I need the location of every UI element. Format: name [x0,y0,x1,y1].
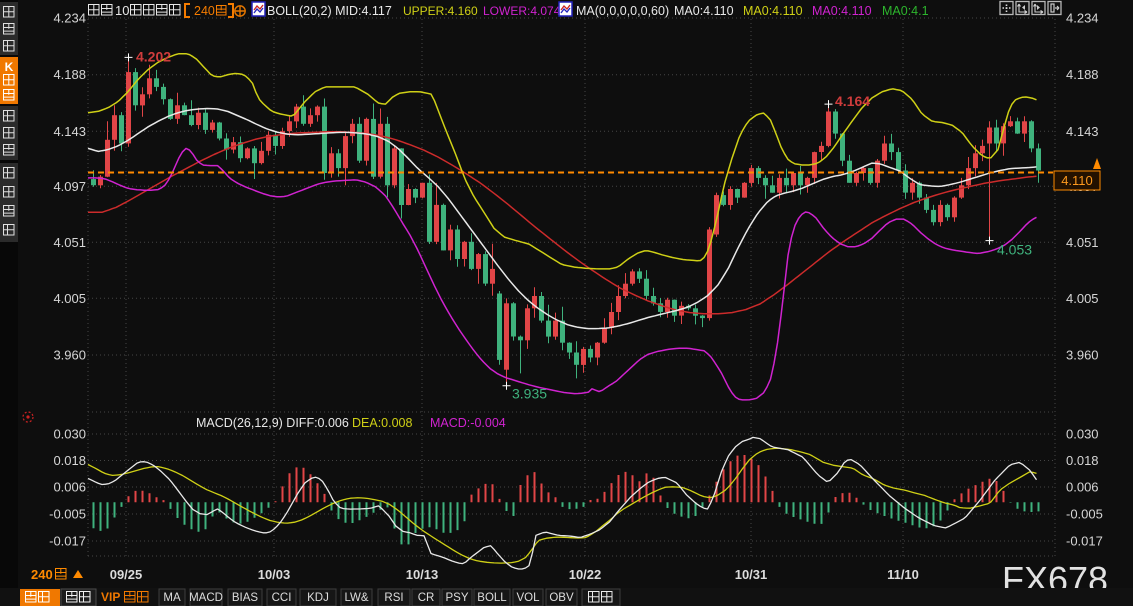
svg-text:BOLL(20,2) MID:4.117: BOLL(20,2) MID:4.117 [267,4,392,18]
svg-text:MA: MA [163,592,181,604]
svg-text:0.006: 0.006 [1066,480,1099,495]
svg-text:-0.005: -0.005 [49,507,86,522]
svg-text:09/25: 09/25 [110,567,143,582]
svg-text:BIAS: BIAS [232,592,259,604]
svg-text:10: 10 [115,3,129,18]
svg-text:4.143: 4.143 [1066,124,1099,139]
svg-text:4.188: 4.188 [1066,67,1099,82]
svg-text:4.053: 4.053 [997,242,1032,258]
svg-text:PSY: PSY [445,592,468,604]
svg-text:4.051: 4.051 [1066,235,1099,250]
svg-text:10/13: 10/13 [406,567,439,582]
svg-text:KDJ: KDJ [307,592,329,604]
svg-text:CCI: CCI [272,592,292,604]
svg-text:CR: CR [418,592,435,604]
svg-text:MACD: MACD [189,592,223,604]
svg-text:3.960: 3.960 [53,348,86,363]
svg-text:10/31: 10/31 [735,567,768,582]
svg-text:LOWER:4.074: LOWER:4.074 [483,4,561,18]
svg-text:0.030: 0.030 [1066,427,1099,442]
svg-text:0.030: 0.030 [53,427,86,442]
svg-text:10/03: 10/03 [258,567,291,582]
svg-text:K: K [5,60,14,74]
svg-text:3.960: 3.960 [1066,348,1099,363]
svg-text:4.097: 4.097 [53,179,86,194]
svg-text:4.188: 4.188 [53,67,86,82]
svg-text:BOLL: BOLL [477,592,507,604]
svg-text:MA0:4.110: MA0:4.110 [812,4,872,18]
svg-text:3.935: 3.935 [512,386,547,402]
svg-text:-0.017: -0.017 [1066,534,1103,549]
svg-text:10/22: 10/22 [569,567,602,582]
svg-text:0.006: 0.006 [53,480,86,495]
svg-text:-0.005: -0.005 [1066,507,1103,522]
svg-text:240: 240 [194,4,215,18]
svg-text:0.018: 0.018 [1066,453,1099,468]
svg-text:4.234: 4.234 [53,11,86,26]
svg-text:VOL: VOL [516,592,540,604]
svg-text:4.234: 4.234 [1066,11,1099,26]
svg-text:4.202: 4.202 [136,48,171,64]
svg-text:MA(0,0,0,0,0,60): MA(0,0,0,0,0,60) [576,4,669,18]
svg-text:MACD(26,12,9) DIFF:0.006: MACD(26,12,9) DIFF:0.006 [196,416,349,430]
svg-text:MA0:4.1: MA0:4.1 [882,4,929,18]
svg-text:0.018: 0.018 [53,453,86,468]
svg-text:-0.017: -0.017 [49,534,86,549]
svg-text:DEA:0.008: DEA:0.008 [352,416,413,430]
svg-text:MA0:4.110: MA0:4.110 [743,4,803,18]
svg-text:4.005: 4.005 [53,291,86,306]
svg-text:MA0:4.110: MA0:4.110 [674,4,734,18]
svg-text:240: 240 [31,567,53,582]
svg-text:4.164: 4.164 [835,93,870,109]
svg-text:MACD:-0.004: MACD:-0.004 [430,416,506,430]
svg-text:4.143: 4.143 [53,124,86,139]
svg-text:LW&: LW& [344,592,368,604]
svg-text:UPPER:4.160: UPPER:4.160 [403,4,478,18]
svg-text:OBV: OBV [549,592,574,604]
svg-text:4.051: 4.051 [53,235,86,250]
svg-text:VIP: VIP [101,590,120,604]
svg-text:RSI: RSI [384,592,403,604]
svg-text:4.005: 4.005 [1066,291,1099,306]
svg-text:11/10: 11/10 [887,567,919,582]
svg-text:4.110: 4.110 [1061,173,1093,188]
